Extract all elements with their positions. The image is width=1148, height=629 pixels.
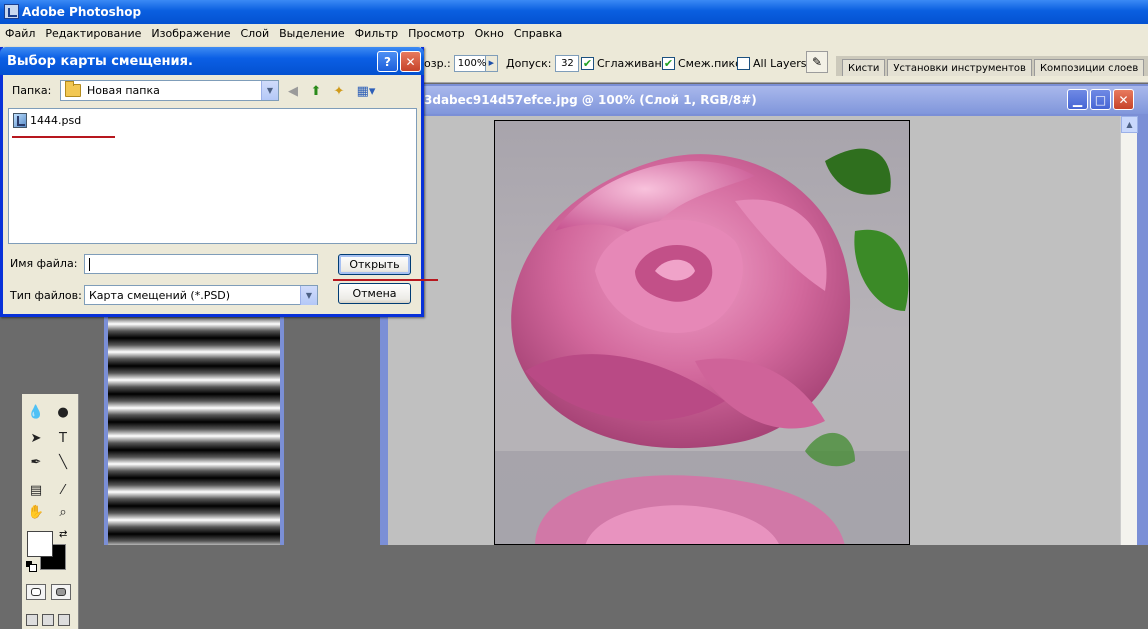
zoom-tool-icon[interactable]: ⌕ bbox=[52, 502, 74, 522]
tolerance-label: Допуск: bbox=[506, 56, 552, 70]
chevron-down-icon[interactable]: ▼ bbox=[261, 81, 278, 100]
standard-mode-button[interactable] bbox=[26, 584, 46, 600]
up-folder-icon[interactable]: ⬆ bbox=[307, 82, 325, 100]
menu-filter[interactable]: Фильтр bbox=[350, 27, 404, 40]
scroll-up-icon[interactable]: ▲ bbox=[1121, 116, 1138, 133]
menu-image[interactable]: Изображение bbox=[146, 27, 235, 40]
opacity-field[interactable]: 100% bbox=[453, 54, 486, 72]
filetype-label: Тип файлов: bbox=[10, 289, 82, 302]
dialog-titlebar[interactable]: Выбор карты смещения. bbox=[0, 47, 424, 75]
hand-tool-icon[interactable]: ✋ bbox=[25, 502, 47, 522]
stripe-pattern bbox=[108, 310, 280, 545]
notes-tool-icon[interactable]: ▤ bbox=[25, 480, 47, 500]
view-menu-icon[interactable]: ▦▾ bbox=[353, 82, 379, 100]
app-title-bar: Adobe Photoshop bbox=[0, 0, 1148, 24]
vertical-scrollbar[interactable]: ▲ bbox=[1120, 116, 1138, 545]
filename-input[interactable] bbox=[84, 254, 318, 274]
filetype-value: Карта смещений (*.PSD) bbox=[89, 288, 231, 302]
menu-layer[interactable]: Слой bbox=[236, 27, 275, 40]
menu-window[interactable]: Окно bbox=[470, 27, 509, 40]
folder-select[interactable]: Новая папка ▼ bbox=[60, 80, 279, 101]
document-title: 3dabec914d57efce.jpg @ 100% (Слой 1, RGB… bbox=[424, 93, 757, 107]
canvas-area[interactable] bbox=[388, 116, 1120, 545]
blur-tool-icon[interactable]: 💧 bbox=[25, 402, 47, 422]
dodge-tool-icon[interactable]: ● bbox=[52, 402, 74, 422]
file-name: 1444.psd bbox=[30, 114, 82, 127]
tab-tool-presets[interactable]: Установки инструментов bbox=[887, 59, 1032, 76]
tab-layer-comps[interactable]: Композиции слоев bbox=[1033, 59, 1145, 76]
line-tool-icon[interactable]: ╲ bbox=[52, 452, 74, 472]
quick-mask-button[interactable] bbox=[51, 584, 71, 600]
antialias-checkbox[interactable]: ✔ bbox=[581, 56, 594, 70]
minimize-icon[interactable]: ▁ bbox=[1067, 89, 1088, 110]
rose-illustration bbox=[495, 148, 909, 544]
displacement-map-dialog: Выбор карты смещения. ? ✕ Папка: Новая п… bbox=[0, 47, 438, 317]
filename-label: Имя файла: bbox=[10, 257, 78, 270]
tab-brushes[interactable]: Кисти bbox=[842, 59, 886, 76]
pen-tool-icon[interactable]: ✒ bbox=[25, 452, 47, 472]
swap-colors-icon[interactable]: ⇄ bbox=[59, 529, 67, 540]
foreground-color-swatch[interactable] bbox=[27, 531, 53, 557]
menu-bar: Файл Редактирование Изображение Слой Выд… bbox=[0, 24, 1148, 43]
tool-preset-icon[interactable]: ✎ bbox=[806, 51, 828, 73]
help-icon[interactable]: ? bbox=[377, 51, 398, 72]
eyedropper-tool-icon[interactable]: ⁄ bbox=[52, 480, 74, 500]
list-item[interactable]: 1444.psd bbox=[13, 113, 81, 128]
tolerance-field[interactable]: 32 bbox=[555, 54, 580, 72]
open-button[interactable]: Открыть bbox=[338, 254, 411, 275]
menu-select[interactable]: Выделение bbox=[274, 27, 350, 40]
screen-mode-menu-icon[interactable] bbox=[42, 614, 54, 626]
annotation-underline bbox=[333, 279, 438, 281]
menu-edit[interactable]: Редактирование bbox=[40, 27, 146, 40]
contiguous-option[interactable]: ✔ Смеж.пикс. bbox=[662, 54, 745, 72]
all-layers-label: All Layers bbox=[753, 56, 807, 70]
photoshop-icon bbox=[4, 4, 19, 19]
folder-value: Новая папка bbox=[87, 84, 160, 97]
document-titlebar[interactable]: 3dabec914d57efce.jpg @ 100% (Слой 1, RGB… bbox=[380, 86, 1148, 114]
maximize-icon[interactable]: □ bbox=[1090, 89, 1111, 110]
default-colors-icon[interactable] bbox=[26, 561, 37, 572]
palette-well: Кисти Установки инструментов Композиции … bbox=[836, 56, 1148, 76]
close-icon[interactable]: ✕ bbox=[1113, 89, 1134, 110]
dialog-close-icon[interactable]: ✕ bbox=[400, 51, 421, 72]
contiguous-label: Смеж.пикс. bbox=[678, 56, 745, 70]
displacement-map-document[interactable] bbox=[104, 310, 284, 545]
folder-icon bbox=[65, 81, 81, 97]
menu-help[interactable]: Справка bbox=[509, 27, 567, 40]
contiguous-checkbox[interactable]: ✔ bbox=[662, 56, 675, 70]
toolbox: 💧 ● ➤ T ✒ ╲ ▤ ⁄ ✋ ⌕ ⇄ bbox=[22, 394, 79, 629]
folder-label: Папка: bbox=[12, 84, 52, 97]
tolerance-control: Допуск: 32 bbox=[506, 54, 580, 72]
opacity-arrow-icon[interactable]: ▶ bbox=[485, 54, 498, 72]
screen-mode-full-icon[interactable] bbox=[58, 614, 70, 626]
annotation-underline bbox=[12, 136, 115, 138]
back-icon[interactable]: ◀ bbox=[284, 82, 302, 100]
file-list[interactable]: 1444.psd bbox=[8, 108, 417, 244]
psd-file-icon bbox=[13, 113, 27, 128]
menu-view[interactable]: Просмотр bbox=[403, 27, 469, 40]
rose-image[interactable] bbox=[494, 120, 910, 545]
cancel-button[interactable]: Отмена bbox=[338, 283, 411, 304]
document-window: 3dabec914d57efce.jpg @ 100% (Слой 1, RGB… bbox=[380, 84, 1148, 545]
path-select-tool-icon[interactable]: ➤ bbox=[25, 428, 47, 448]
dialog-title: Выбор карты смещения. bbox=[7, 53, 193, 69]
app-title: Adobe Photoshop bbox=[22, 5, 142, 19]
new-folder-icon[interactable]: ✦ bbox=[330, 82, 348, 100]
all-layers-option[interactable]: All Layers bbox=[737, 54, 807, 72]
opacity-label: озр.: bbox=[424, 56, 451, 70]
chevron-down-icon[interactable]: ▼ bbox=[300, 286, 317, 305]
type-tool-icon[interactable]: T bbox=[52, 428, 74, 448]
screen-mode-standard-icon[interactable] bbox=[26, 614, 38, 626]
opacity-control: озр.: 100% ▶ bbox=[424, 54, 498, 72]
menu-file[interactable]: Файл bbox=[0, 27, 40, 40]
filetype-select[interactable]: Карта смещений (*.PSD) ▼ bbox=[84, 285, 318, 305]
all-layers-checkbox[interactable] bbox=[737, 56, 750, 70]
